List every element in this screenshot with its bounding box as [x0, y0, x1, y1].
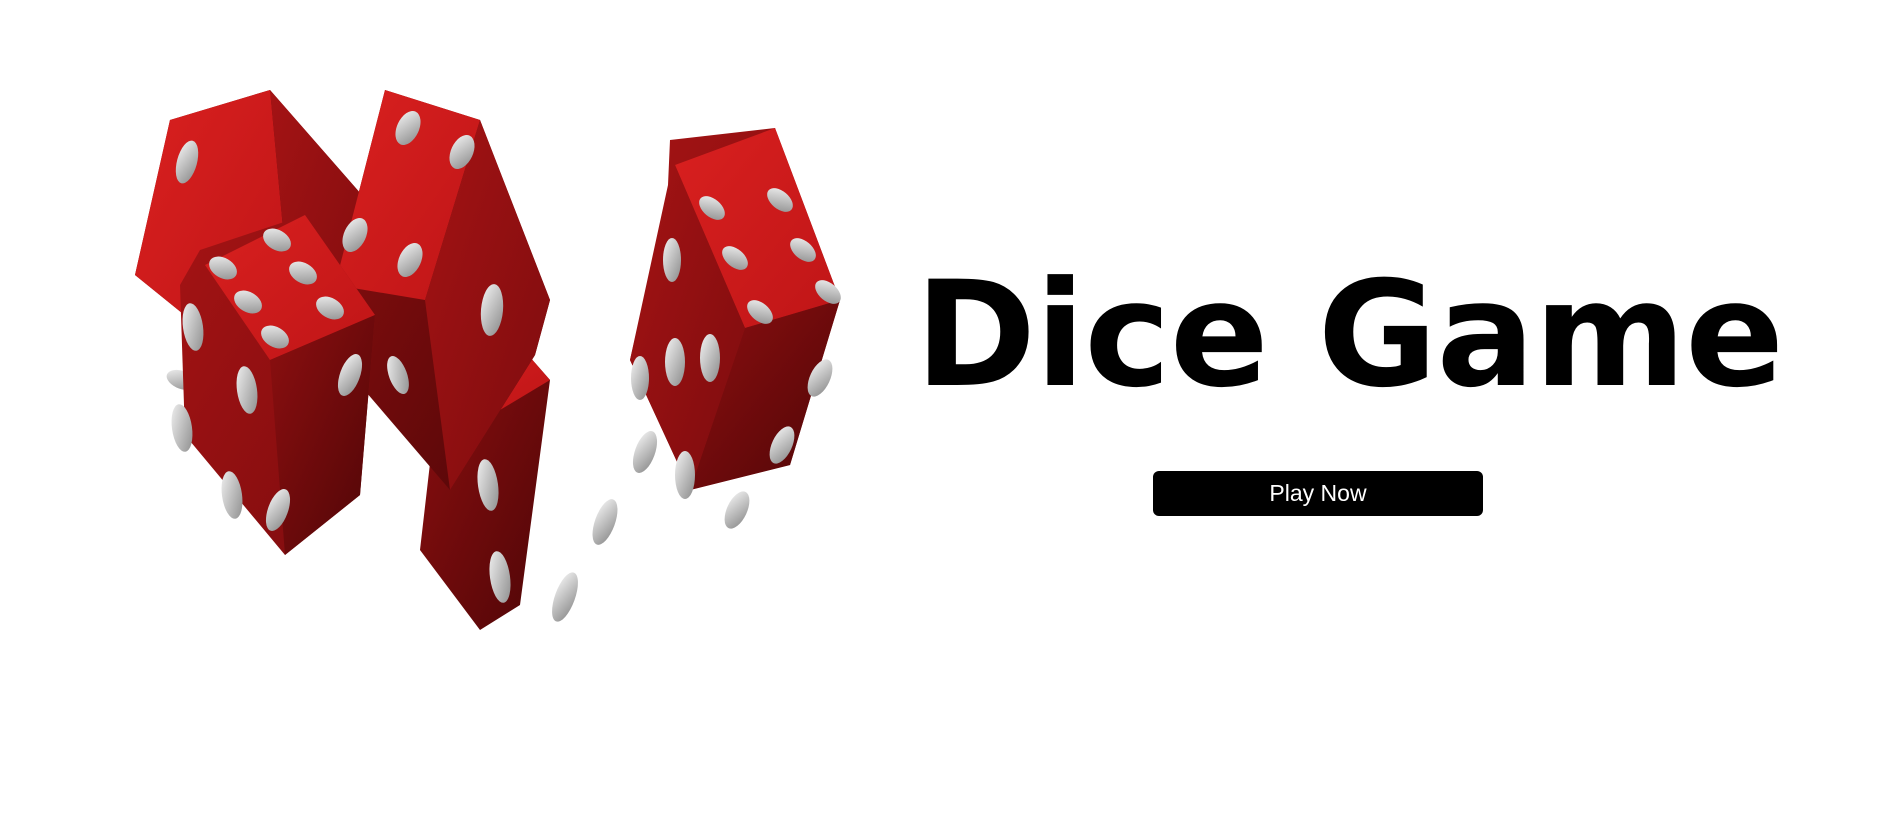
- dice-illustration: [135, 90, 841, 630]
- landing-page: Dice Game Play Now: [0, 0, 1884, 823]
- die-right: [630, 128, 841, 529]
- page-title: Dice Game: [915, 250, 1784, 420]
- play-now-button[interactable]: Play Now: [1153, 471, 1483, 516]
